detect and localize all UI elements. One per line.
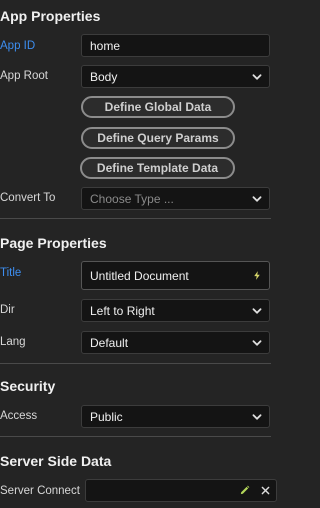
section-title-app-properties: App Properties	[0, 8, 101, 24]
lang-label: Lang	[0, 336, 26, 348]
convert-to-placeholder: Choose Type ...	[90, 191, 174, 206]
section-title-server-side-data: Server Side Data	[0, 453, 112, 469]
app-root-label: App Root	[0, 70, 48, 82]
divider	[0, 218, 271, 219]
app-id-field[interactable]: home	[81, 34, 270, 57]
lang-value: Default	[90, 335, 129, 350]
section-title-security: Security	[0, 378, 56, 394]
divider	[0, 436, 271, 437]
title-value: Untitled Document	[90, 268, 189, 283]
define-global-data-button[interactable]: Define Global Data	[81, 96, 235, 118]
app-id-value: home	[90, 38, 121, 53]
chevron-down-icon	[245, 300, 269, 321]
define-query-params-button[interactable]: Define Query Params	[81, 127, 235, 149]
define-template-data-button[interactable]: Define Template Data	[80, 157, 235, 179]
dir-select[interactable]: Left to Right	[81, 299, 270, 322]
app-root-value: Body	[90, 69, 118, 84]
close-icon[interactable]	[254, 480, 276, 501]
section-title-page-properties: Page Properties	[0, 235, 107, 251]
chevron-down-icon	[245, 66, 269, 87]
access-value: Public	[90, 409, 123, 424]
title-label: Title	[0, 267, 22, 279]
lightning-icon[interactable]	[245, 262, 269, 289]
pencil-icon[interactable]	[234, 480, 254, 501]
server-connect-label: Server Connect	[0, 485, 80, 497]
convert-to-select[interactable]: Choose Type ...	[81, 187, 270, 210]
chevron-down-icon	[245, 406, 269, 427]
app-id-label: App ID	[0, 40, 36, 52]
app-root-select[interactable]: Body	[81, 65, 270, 88]
access-select[interactable]: Public	[81, 405, 270, 428]
title-field[interactable]: Untitled Document	[81, 261, 270, 290]
dir-value: Left to Right	[90, 303, 155, 318]
lang-select[interactable]: Default	[81, 331, 270, 354]
access-label: Access	[0, 410, 38, 422]
divider	[0, 363, 271, 364]
chevron-down-icon	[245, 188, 269, 209]
convert-to-label: Convert To	[0, 192, 56, 204]
chevron-down-icon	[245, 332, 269, 353]
server-connect-field[interactable]	[85, 479, 277, 502]
dir-label: Dir	[0, 304, 15, 316]
